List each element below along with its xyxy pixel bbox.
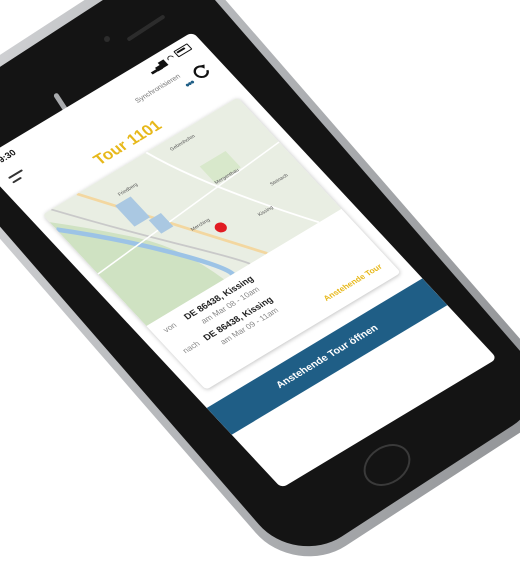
- tour-status: Anstehende Tour: [321, 262, 385, 303]
- phone-device: 09:30 ▂▄▆ ◠ Synchronisieren ••• Tour 110…: [0, 0, 520, 579]
- wifi-icon: ◠: [164, 52, 177, 63]
- battery-icon: [173, 43, 193, 58]
- from-label: von: [161, 320, 179, 335]
- sync-progress-dots: •••: [182, 77, 198, 91]
- to-label: nach: [180, 339, 202, 356]
- signal-icon: ▂▄▆: [146, 57, 168, 74]
- front-camera: [104, 36, 110, 42]
- menu-icon[interactable]: [7, 169, 30, 186]
